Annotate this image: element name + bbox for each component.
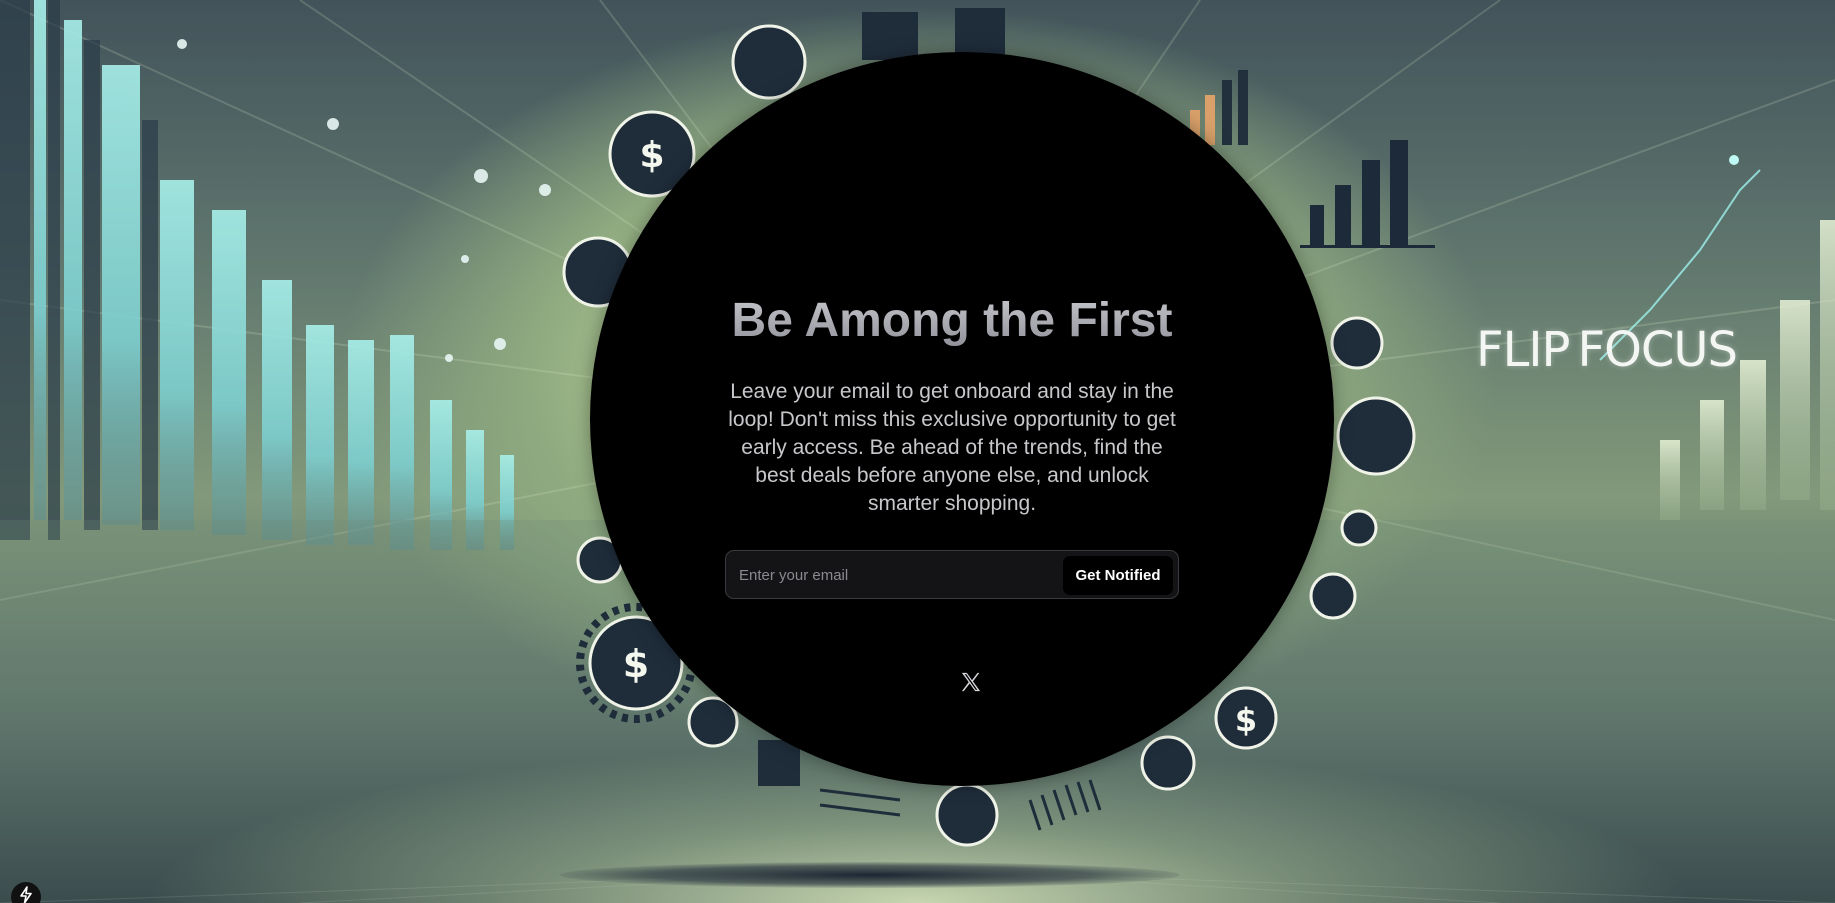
email-signup-form: Get Notified	[725, 550, 1179, 599]
lightning-bolt-icon	[19, 885, 33, 903]
svg-text:$: $	[1235, 701, 1257, 739]
x-social-link[interactable]	[957, 670, 985, 698]
email-input[interactable]	[739, 559, 1049, 591]
hero-description: Leave your email to get onboard and stay…	[728, 380, 1176, 515]
floor-shadow	[560, 862, 1180, 888]
page-title: Be Among the First	[660, 292, 1244, 350]
flipfocus-logo: FLIP FOCUS	[1476, 322, 1738, 378]
svg-text:$: $	[623, 642, 649, 686]
x-logo-icon	[960, 672, 982, 697]
svg-text:$: $	[639, 135, 664, 176]
logo-text-focus: FOCUS	[1577, 322, 1738, 378]
get-notified-button[interactable]: Get Notified	[1063, 556, 1173, 595]
logo-text-flip: FLIP	[1476, 322, 1570, 378]
